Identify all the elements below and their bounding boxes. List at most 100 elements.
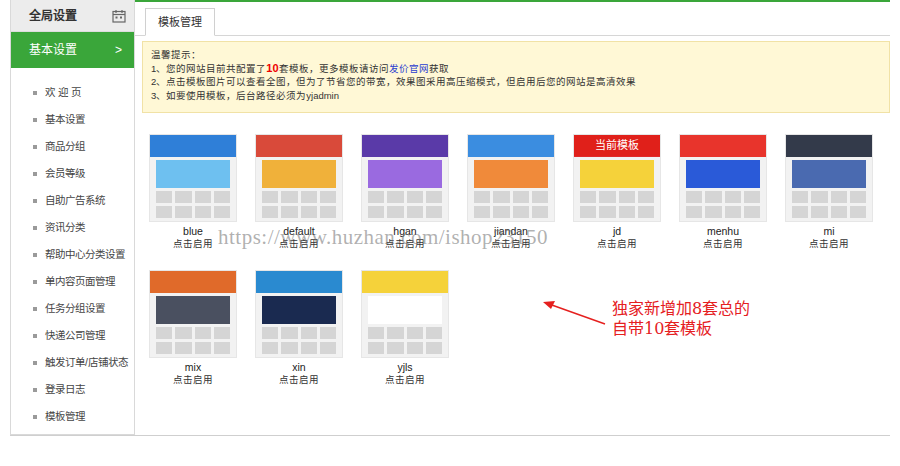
sidebar-item-label: 触发订单/店铺状态 bbox=[45, 355, 128, 371]
sidebar-item-label: 单内容页面管理 bbox=[45, 274, 115, 290]
sidebar-item[interactable]: 任务分组设置 bbox=[11, 295, 134, 322]
sidebar-item[interactable]: 模板管理 bbox=[11, 403, 134, 430]
thumb-product bbox=[850, 206, 866, 218]
thumb-product bbox=[619, 206, 635, 218]
current-badge: 当前模板 bbox=[574, 135, 660, 156]
thumb-product bbox=[175, 191, 191, 203]
sidebar-item[interactable]: 欢 迎 页 bbox=[11, 79, 134, 106]
sidebar-item[interactable]: 快递公司管理 bbox=[11, 322, 134, 349]
thumb-banner bbox=[368, 296, 442, 324]
thumb-product bbox=[281, 206, 297, 218]
notice-text: 2、点击模板图片可以查看全图，但为了节省您的带宽，效果图采用高压缩模式，但启用后… bbox=[151, 76, 636, 87]
enable-link[interactable]: 点击启用 bbox=[255, 238, 343, 250]
enable-link[interactable]: 点击启用 bbox=[149, 374, 237, 386]
sidebar-item-label: 基本设置 bbox=[45, 112, 85, 128]
thumb-product bbox=[792, 191, 808, 203]
sidebar-item-label: 模板管理 bbox=[45, 409, 85, 425]
thumb-product bbox=[195, 206, 211, 218]
template-name: default bbox=[255, 225, 343, 238]
template-thumbnail[interactable] bbox=[361, 270, 449, 358]
template-thumbnail[interactable] bbox=[361, 134, 449, 222]
thumb-banner bbox=[156, 296, 230, 324]
section-label: 基本设置 bbox=[29, 41, 77, 59]
sidebar-item[interactable]: 单内容页面管理 bbox=[11, 268, 134, 295]
sidebar-item[interactable]: 商品分组 bbox=[11, 133, 134, 160]
thumb-product bbox=[262, 342, 278, 354]
template-thumbnail[interactable] bbox=[149, 270, 237, 358]
notice-box: 温馨提示：1、您的网站目前共配置了10套模板，更多模板请访问发价官网获取2、点击… bbox=[142, 41, 890, 113]
template-card: menhu点击启用 bbox=[679, 134, 767, 250]
enable-link[interactable]: 点击启用 bbox=[361, 374, 449, 386]
sidebar-item[interactable]: 触发订单/店铺状态 bbox=[11, 349, 134, 376]
template-name: xin bbox=[255, 361, 343, 374]
sidebar-item-label: 登录日志 bbox=[45, 382, 85, 398]
template-thumbnail[interactable] bbox=[785, 134, 873, 222]
enable-link[interactable]: 点击启用 bbox=[785, 238, 873, 250]
bullet-icon bbox=[33, 199, 37, 203]
thumb-product bbox=[474, 191, 490, 203]
bullet-icon bbox=[33, 118, 37, 122]
template-name: blue bbox=[149, 225, 237, 238]
enable-link[interactable]: 点击启用 bbox=[149, 238, 237, 250]
sidebar-section[interactable]: 基本设置 > bbox=[11, 32, 134, 68]
notice-text: 套模板，更多模板请访问 bbox=[279, 63, 389, 74]
thumb-product bbox=[532, 206, 548, 218]
thumb-product bbox=[493, 191, 509, 203]
template-thumbnail[interactable] bbox=[255, 134, 343, 222]
template-card: blue点击启用 bbox=[149, 134, 237, 250]
official-site-link[interactable]: 发价官网 bbox=[389, 63, 429, 74]
sidebar-item[interactable]: 资讯分类 bbox=[11, 214, 134, 241]
template-thumbnail[interactable] bbox=[149, 134, 237, 222]
sidebar-item[interactable]: 登录日志 bbox=[11, 376, 134, 403]
sidebar-item[interactable]: 基本设置 bbox=[11, 106, 134, 133]
enable-link[interactable]: 点击启用 bbox=[467, 238, 555, 250]
template-card: hgan点击启用 bbox=[361, 134, 449, 250]
thumb-product bbox=[387, 327, 403, 339]
enable-link[interactable]: 点击启用 bbox=[679, 238, 767, 250]
sidebar-item[interactable]: 帮助中心分类设置 bbox=[11, 241, 134, 268]
sidebar: 全局设置基本设置>欢 迎 页基本设置商品分组会员等级自助广告系统资讯分类帮助中心… bbox=[10, 0, 135, 435]
template-thumbnail[interactable] bbox=[255, 270, 343, 358]
thumb-product bbox=[281, 342, 297, 354]
sidebar-item[interactable]: 自助广告系统 bbox=[11, 187, 134, 214]
thumb-product bbox=[513, 191, 529, 203]
sidebar-item-label: 快递公司管理 bbox=[45, 328, 105, 344]
sidebar-item-label: 会员等级 bbox=[45, 166, 85, 182]
thumb-product bbox=[744, 191, 760, 203]
thumb-banner bbox=[368, 160, 442, 188]
thumb-product bbox=[156, 342, 172, 354]
thumb-product bbox=[320, 206, 336, 218]
thumb-product bbox=[195, 342, 211, 354]
thumb-product bbox=[387, 206, 403, 218]
enable-link[interactable]: 点击启用 bbox=[573, 238, 661, 250]
main-panel: 模板管理温馨提示：1、您的网站目前共配置了10套模板，更多模板请访问发价官网获取… bbox=[135, 0, 890, 435]
template-thumbnail[interactable] bbox=[467, 134, 555, 222]
thumb-banner bbox=[262, 296, 336, 324]
enable-link[interactable]: 点击启用 bbox=[255, 374, 343, 386]
thumb-product bbox=[301, 342, 317, 354]
thumb-product bbox=[214, 342, 230, 354]
template-thumbnail[interactable]: 当前模板 bbox=[573, 134, 661, 222]
chevron-icon: > bbox=[115, 41, 122, 59]
thumb-product bbox=[686, 206, 702, 218]
thumb-product bbox=[792, 206, 808, 218]
thumb-product bbox=[850, 191, 866, 203]
thumb-header bbox=[680, 135, 766, 157]
notice-line: 2、点击模板图片可以查看全图，但为了节省您的带宽，效果图采用高压缩模式，但启用后… bbox=[151, 75, 881, 89]
thumb-product bbox=[262, 206, 278, 218]
arrow-icon bbox=[539, 294, 611, 330]
thumb-product bbox=[387, 342, 403, 354]
template-thumbnail[interactable] bbox=[679, 134, 767, 222]
calendar-icon bbox=[112, 9, 126, 23]
thumb-product bbox=[811, 191, 827, 203]
enable-link[interactable]: 点击启用 bbox=[361, 238, 449, 250]
thumb-product bbox=[387, 191, 403, 203]
tab[interactable]: 模板管理 bbox=[145, 8, 215, 37]
notice-text: 获取 bbox=[429, 63, 449, 74]
thumb-product bbox=[744, 206, 760, 218]
sidebar-header: 全局设置 bbox=[11, 0, 134, 32]
sidebar-item[interactable]: 会员等级 bbox=[11, 160, 134, 187]
template-name: yjls bbox=[361, 361, 449, 374]
thumb-product bbox=[281, 327, 297, 339]
thumb-banner bbox=[262, 160, 336, 188]
